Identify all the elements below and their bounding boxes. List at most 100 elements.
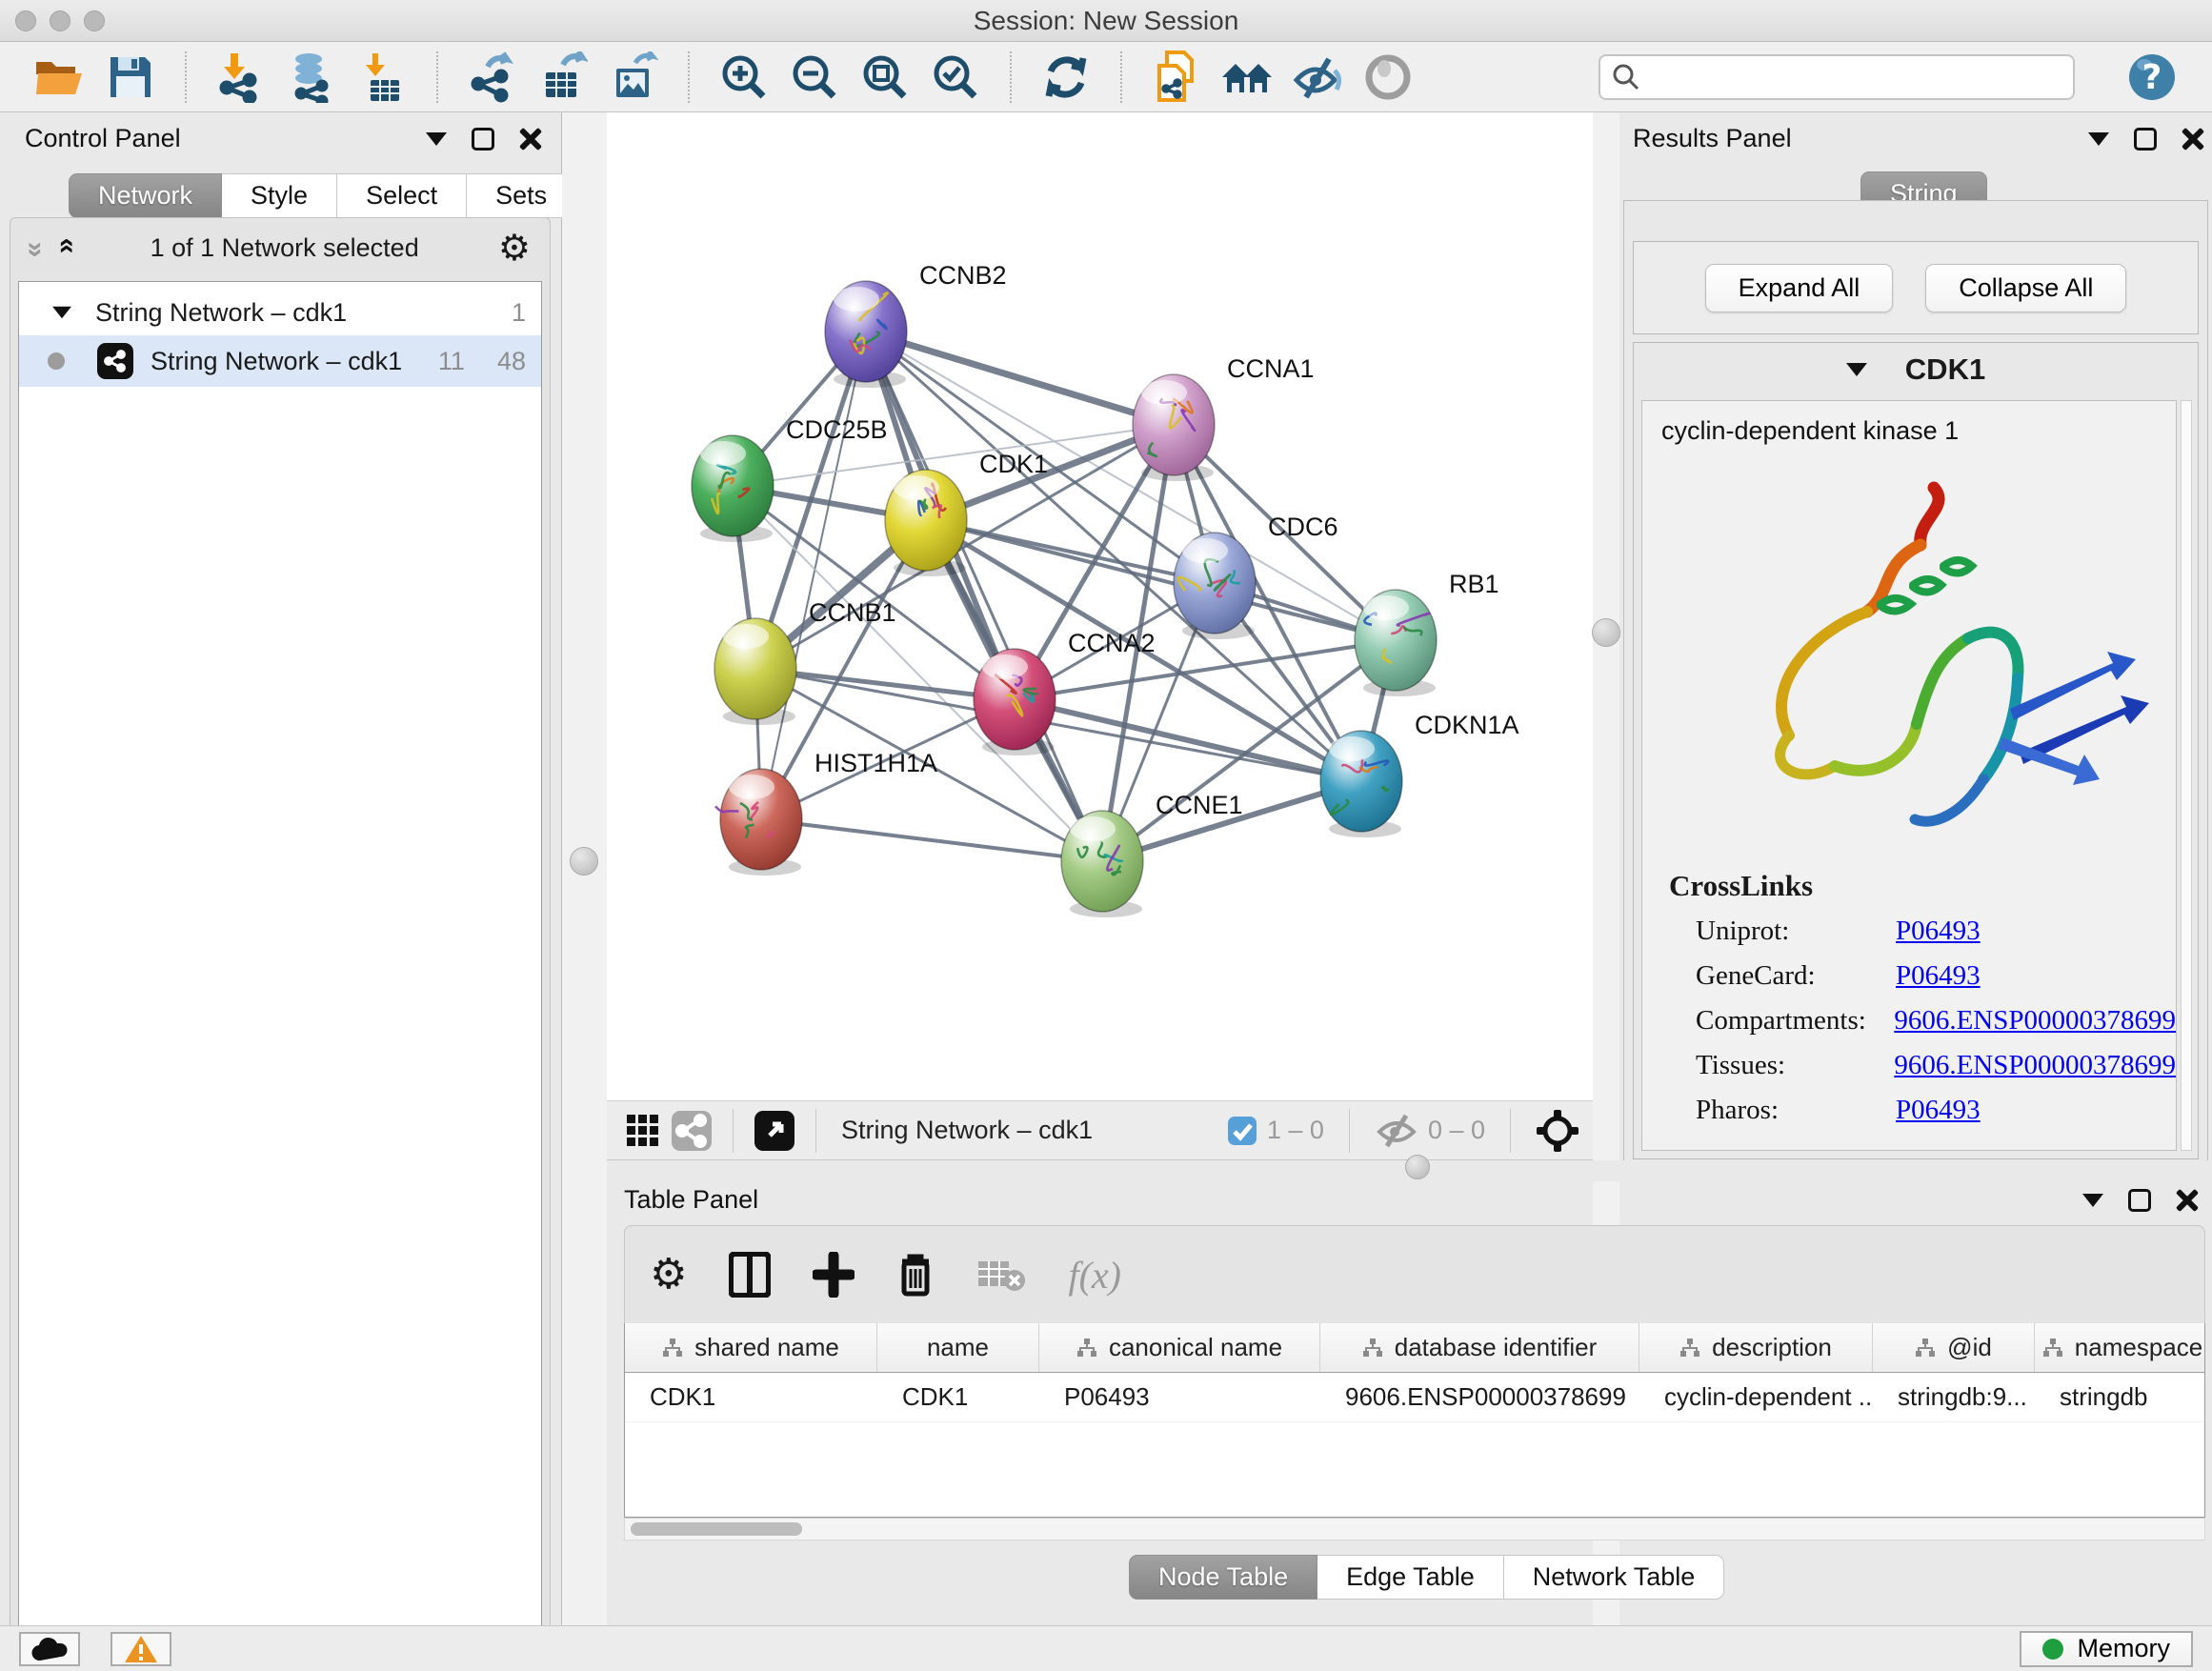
import-table-file-button[interactable] [354, 50, 410, 105]
close-panel-icon[interactable] [2176, 1189, 2199, 1212]
delete-table-icon[interactable] [976, 1256, 1026, 1294]
delete-column-trash-icon[interactable] [896, 1252, 935, 1298]
show-columns-icon[interactable] [729, 1252, 771, 1298]
scrollbar-thumb[interactable] [631, 1522, 802, 1536]
zoom-out-button[interactable] [787, 50, 842, 105]
panel-menu-icon[interactable] [2088, 132, 2109, 146]
zoom-fit-button[interactable] [857, 50, 913, 105]
search-input[interactable] [1650, 62, 2061, 91]
tab-network-table[interactable]: Network Table [1504, 1555, 1725, 1600]
table-cell[interactable]: stringdb [2035, 1373, 2205, 1421]
column-header-description[interactable]: description [1639, 1323, 1873, 1372]
export-image-button[interactable] [606, 50, 661, 105]
collapse-all-icon[interactable]: » [19, 242, 51, 254]
table-horizontal-scrollbar[interactable] [624, 1518, 2205, 1540]
left-splitter[interactable] [562, 112, 607, 1625]
hide-selected-button[interactable] [1290, 50, 1345, 105]
help-button[interactable]: ? [2124, 50, 2180, 105]
hidden-eye-icon[interactable] [1375, 1113, 1418, 1149]
float-panel-icon[interactable] [472, 128, 494, 151]
edge-CCNB2-CCNA1[interactable] [866, 332, 1174, 425]
float-panel-icon[interactable] [2128, 1189, 2151, 1212]
close-panel-icon[interactable] [2182, 128, 2204, 151]
tab-style[interactable]: Style [222, 173, 337, 218]
clone-network-button[interactable] [1149, 50, 1204, 105]
table-settings-gear-icon[interactable]: ⚙ [650, 1254, 687, 1296]
column-header-database-identifier[interactable]: database identifier [1320, 1323, 1639, 1372]
collapse-all-button[interactable]: Collapse All [1925, 264, 2126, 312]
horizontal-splitter[interactable] [607, 1160, 2212, 1181]
selected-checkbox-icon[interactable] [1227, 1116, 1257, 1146]
column-header--id[interactable]: @id [1873, 1323, 2035, 1372]
export-table-button[interactable] [535, 50, 591, 105]
column-header-name[interactable]: name [877, 1323, 1039, 1372]
import-network-file-button[interactable] [213, 50, 269, 105]
gene-expander-icon[interactable] [1846, 363, 1867, 376]
birdseye-toggle-button[interactable] [749, 1111, 800, 1151]
cloud-icon [30, 1636, 69, 1662]
add-column-icon[interactable] [813, 1252, 855, 1298]
warnings-button[interactable] [111, 1632, 171, 1666]
edge-HIST1H1A-CCNE1[interactable] [761, 819, 1102, 861]
node-label-CDK1: CDK1 [979, 450, 1048, 478]
network-graph[interactable]: CCNB2CCNA1CDC25BCDK1CDC6RB1CCNB1CCNA2CDK… [607, 112, 1593, 1100]
show-all-button[interactable] [1360, 50, 1416, 105]
expand-all-button[interactable]: Expand All [1705, 264, 1894, 312]
tab-node-table[interactable]: Node Table [1129, 1555, 1317, 1600]
crosslink-link[interactable]: P06493 [1896, 916, 1981, 947]
table-cell[interactable]: CDK1 [877, 1373, 1039, 1421]
tab-network[interactable]: Network [69, 173, 222, 218]
memory-button[interactable]: Memory [2020, 1631, 2193, 1667]
splitter-handle[interactable] [1592, 618, 1620, 647]
sort-tree-icon [1076, 1338, 1097, 1359]
splitter-handle[interactable] [1405, 1155, 1430, 1179]
crosslink-link[interactable]: 9606.ENSP00000378699 [1894, 1050, 2176, 1081]
import-network-database-button[interactable] [284, 50, 339, 105]
save-session-button[interactable] [103, 50, 158, 105]
table-row[interactable]: CDK1CDK1P064939606.ENSP00000378699cyclin… [625, 1373, 2204, 1422]
network-view-button[interactable] [666, 1111, 717, 1151]
function-builder-icon[interactable]: f(x) [1068, 1253, 1121, 1298]
network-row-selected[interactable]: String Network – cdk1 11 48 [19, 335, 541, 387]
grid-view-button[interactable] [620, 1114, 666, 1148]
tab-select[interactable]: Select [337, 173, 467, 218]
edge-CCNB2-CCNE1[interactable] [866, 332, 1102, 861]
results-panel-title: Results Panel [1633, 124, 1792, 153]
results-scrollbar[interactable] [2181, 400, 2192, 1151]
panel-menu-icon[interactable] [426, 132, 447, 146]
zoom-selected-button[interactable] [928, 50, 983, 105]
table-cell[interactable]: CDK1 [625, 1373, 877, 1421]
tab-sets[interactable]: Sets [467, 173, 576, 218]
table-cell[interactable]: stringdb:9... [1873, 1373, 2035, 1421]
zoom-selected-icon [931, 52, 980, 102]
node-highlight [982, 654, 1028, 679]
table-cell[interactable]: 9606.ENSP00000378699 [1320, 1373, 1639, 1421]
column-header-canonical-name[interactable]: canonical name [1039, 1323, 1320, 1372]
refresh-button[interactable] [1038, 50, 1094, 105]
crosslink-link[interactable]: P06493 [1896, 960, 1981, 992]
column-header-namespace[interactable]: namespace [2035, 1323, 2205, 1372]
fit-selected-crosshair-icon[interactable] [1536, 1109, 1579, 1153]
close-panel-icon[interactable] [519, 128, 542, 151]
crosslink-link[interactable]: 9606.ENSP00000378699 [1894, 1005, 2176, 1037]
network-options-gear-icon[interactable]: ⚙ [498, 230, 531, 266]
splitter-handle[interactable] [570, 847, 598, 876]
cloud-status-button[interactable] [19, 1632, 80, 1666]
table-cell[interactable]: P06493 [1039, 1373, 1320, 1421]
column-header-shared-name[interactable]: shared name [625, 1323, 877, 1372]
first-neighbors-button[interactable] [1219, 50, 1275, 105]
crosslink-link[interactable]: P06493 [1896, 1095, 1981, 1126]
export-network-button[interactable] [465, 50, 520, 105]
network-share-icon [97, 343, 133, 379]
search-icon [1612, 63, 1640, 91]
panel-menu-icon[interactable] [2082, 1194, 2103, 1207]
collection-expander-icon[interactable] [52, 307, 71, 319]
expand-all-icon[interactable]: » [49, 242, 81, 254]
float-panel-icon[interactable] [2134, 128, 2157, 151]
network-canvas[interactable]: CCNB2CCNA1CDC25BCDK1CDC6RB1CCNB1CCNA2CDK… [607, 112, 1593, 1100]
open-session-button[interactable] [32, 50, 88, 105]
network-collection-row[interactable]: String Network – cdk1 1 [19, 290, 541, 335]
tab-edge-table[interactable]: Edge Table [1317, 1555, 1504, 1600]
zoom-in-button[interactable] [716, 50, 772, 105]
table-cell[interactable]: cyclin-dependent ... [1639, 1373, 1873, 1421]
